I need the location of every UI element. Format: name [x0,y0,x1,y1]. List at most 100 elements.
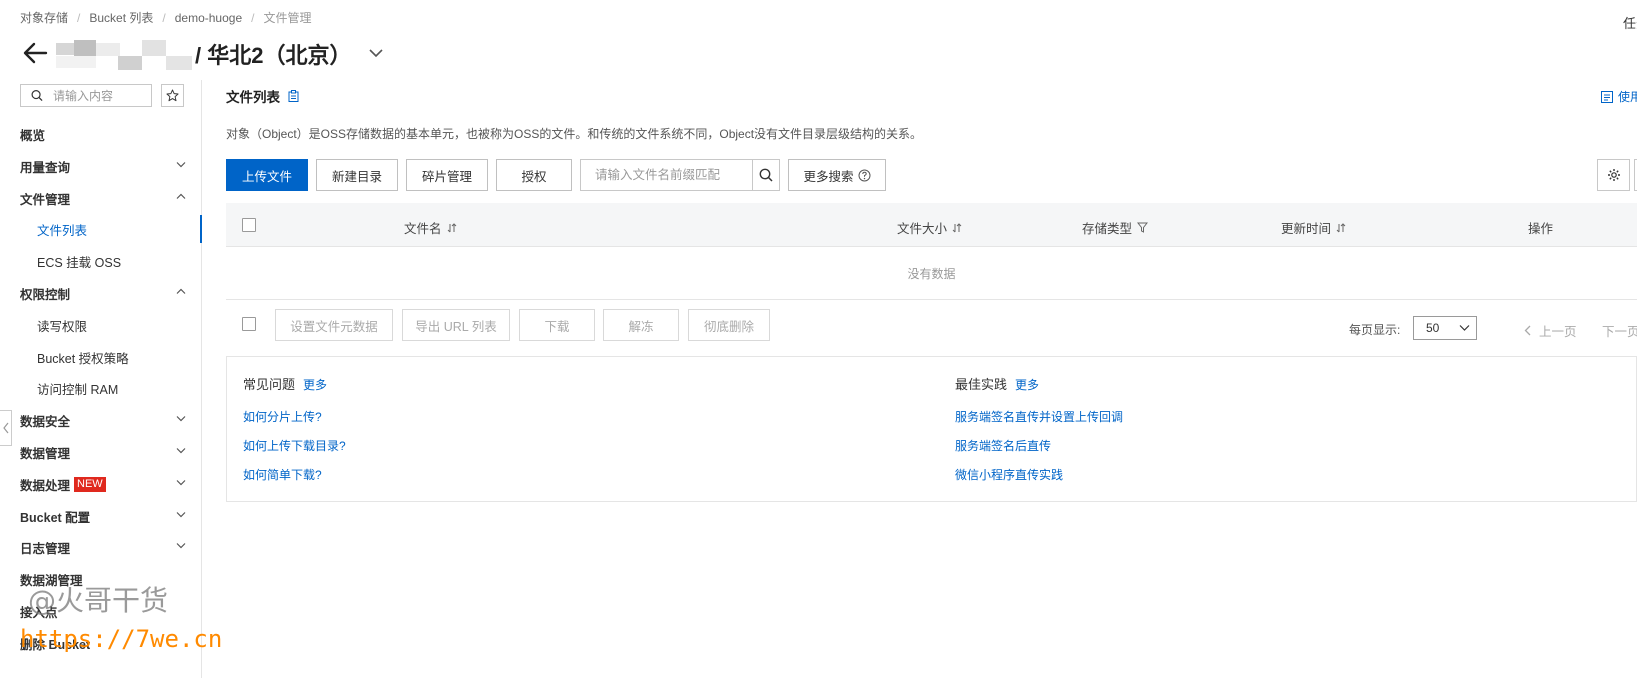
sidebar-item-数据管理[interactable]: 数据管理 [0,438,200,466]
settings-button[interactable] [1597,159,1630,191]
sidebar-item-label: 权限控制 [20,287,71,302]
sidebar-item-label: 概览 [20,128,46,143]
best-practice-link[interactable]: 微信小程序直传实践 [955,466,1063,483]
faq-link[interactable]: 如何分片上传? [243,408,322,425]
faq-link[interactable]: 如何上传下载目录? [243,437,346,454]
next-page-button[interactable]: 下一页 [1602,321,1637,340]
usage-guide-link[interactable]: 使用 [1601,88,1637,105]
fragment-management-button[interactable]: 碎片管理 [406,159,488,191]
best-practice-more-link[interactable]: 更多 [1015,378,1039,392]
column-header-label: 文件名 [404,222,442,236]
download-button[interactable]: 下载 [519,309,595,341]
favorite-button[interactable] [161,84,184,107]
search-icon [31,90,43,102]
sidebar-item-文件列表[interactable]: 文件列表 [0,215,202,243]
select-all-checkbox[interactable] [242,218,256,232]
sidebar-item-日志管理[interactable]: 日志管理 [0,533,200,561]
column-header-filename[interactable]: 文件名 [404,218,457,237]
sidebar-item-权限控制[interactable]: 权限控制 [0,279,200,307]
column-header-label: 操作 [1528,222,1554,236]
faq-more-link[interactable]: 更多 [303,378,327,392]
sidebar-item-label: Bucket 配置 [20,510,91,525]
sidebar-item-label: 访问控制 RAM [37,382,119,397]
sidebar-item-label: 文件列表 [37,223,88,238]
star-icon [166,89,179,102]
clipboard-icon[interactable] [288,90,299,102]
permanent-delete-button[interactable]: 彻底删除 [688,309,770,341]
document-icon [1601,90,1613,103]
best-practice-link[interactable]: 服务端签名直传并设置上传回调 [955,408,1123,425]
chevron-down-icon [176,162,186,168]
prev-page-button[interactable]: 上一页 [1524,321,1577,340]
new-directory-button[interactable]: 新建目录 [316,159,398,191]
usage-guide-label: 使用 [1618,90,1637,104]
sidebar-item-ecs-挂载-oss[interactable]: ECS 挂载 OSS [0,247,200,275]
upload-file-button[interactable]: 上传文件 [226,159,308,191]
watermark-handle: @火哥干货 [28,584,169,617]
sidebar-item-label: 读写权限 [37,319,88,334]
sort-icon [1336,222,1346,232]
sidebar-item-文件管理[interactable]: 文件管理 [0,184,200,212]
sidebar-item-概览[interactable]: 概览 [0,120,200,148]
column-header-storage-class[interactable]: 存储类型 [1082,218,1149,237]
column-header-label: 存储类型 [1082,222,1133,236]
file-search-button[interactable] [752,160,779,190]
breadcrumb-separator: / [251,10,255,25]
breadcrumb-separator: / [77,10,81,25]
column-header-size[interactable]: 文件大小 [897,218,962,237]
back-arrow-icon[interactable] [22,40,48,66]
sidebar-item-用量查询[interactable]: 用量查询 [0,152,200,180]
section-title-text: 文件列表 [226,90,280,105]
page-size-select[interactable]: 50 [1413,316,1477,340]
more-search-label: 更多搜索 [803,169,854,184]
sidebar-item-bucket-授权策略[interactable]: Bucket 授权策略 [0,343,200,371]
export-url-list-button[interactable]: 导出 URL 列表 [402,309,510,341]
new-badge: NEW [74,476,106,492]
sidebar-item-bucket-配置[interactable]: Bucket 配置 [0,502,200,530]
sidebar-collapse-handle[interactable] [0,410,12,446]
sidebar-item-label: 数据处理 [20,478,71,493]
unfreeze-button[interactable]: 解冻 [603,309,679,341]
authorize-button[interactable]: 授权 [496,159,572,191]
sidebar-item-label: ECS 挂载 OSS [37,255,122,270]
chevron-down-icon[interactable] [367,44,385,62]
column-header-updated-time[interactable]: 更新时间 [1281,218,1346,237]
faq-link[interactable]: 如何简单下载? [243,466,322,483]
best-practice-link[interactable]: 服务端签名后直传 [955,437,1051,454]
gear-icon [1607,169,1620,181]
sidebar-item-数据处理[interactable]: 数据处理 NEW [0,470,200,498]
file-search [580,159,780,191]
sidebar-item-访问控制-ram[interactable]: 访问控制 RAM [0,374,200,402]
file-search-input[interactable] [593,160,752,190]
prev-page-label: 上一页 [1539,325,1577,339]
breadcrumb: 对象存储 / Bucket 列表 / demo-huoge / 文件管理 [20,9,311,26]
sidebar-search[interactable] [20,84,152,107]
task-link[interactable]: 任务 [1623,13,1637,32]
sidebar-item-label: 数据安全 [20,414,71,429]
set-metadata-button[interactable]: 设置文件元数据 [275,309,393,341]
best-practice-section-title: 最佳实践 更多 [955,374,1039,393]
chevron-left-icon [2,422,8,434]
bulk-select-checkbox[interactable] [242,317,256,331]
breadcrumb-item-object-storage[interactable]: 对象存储 [20,9,68,26]
sidebar-item-数据安全[interactable]: 数据安全 [0,406,200,434]
more-search-button[interactable]: 更多搜索 [788,159,886,191]
page-size-value: 50 [1426,321,1440,335]
sidebar-search-input[interactable] [51,87,151,104]
help-panel: 常见问题 更多 如何分片上传? 如何上传下载目录? 如何简单下载? 最佳实践 更多 … [226,356,1637,502]
breadcrumb-item-bucket-list[interactable]: Bucket 列表 [89,9,153,26]
section-title: 文件列表 [226,86,299,106]
chevron-down-icon [176,543,186,549]
sidebar-item-label: 用量查询 [20,160,71,175]
watermark-url: https://7we.cn [20,625,223,653]
breadcrumb-item-bucket[interactable]: demo-huoge [175,11,242,25]
column-header-label: 文件大小 [897,222,948,236]
sidebar-item-label: 文件管理 [20,192,71,207]
faq-title-text: 常见问题 [243,377,296,392]
table-header: 文件名 文件大小 存储类型 更新时间 操作 [226,203,1637,247]
blurred-bucket-name [56,40,192,72]
filter-icon [1137,222,1149,233]
sidebar-item-读写权限[interactable]: 读写权限 [0,311,200,339]
chevron-down-icon [176,480,186,486]
search-icon [759,168,773,182]
